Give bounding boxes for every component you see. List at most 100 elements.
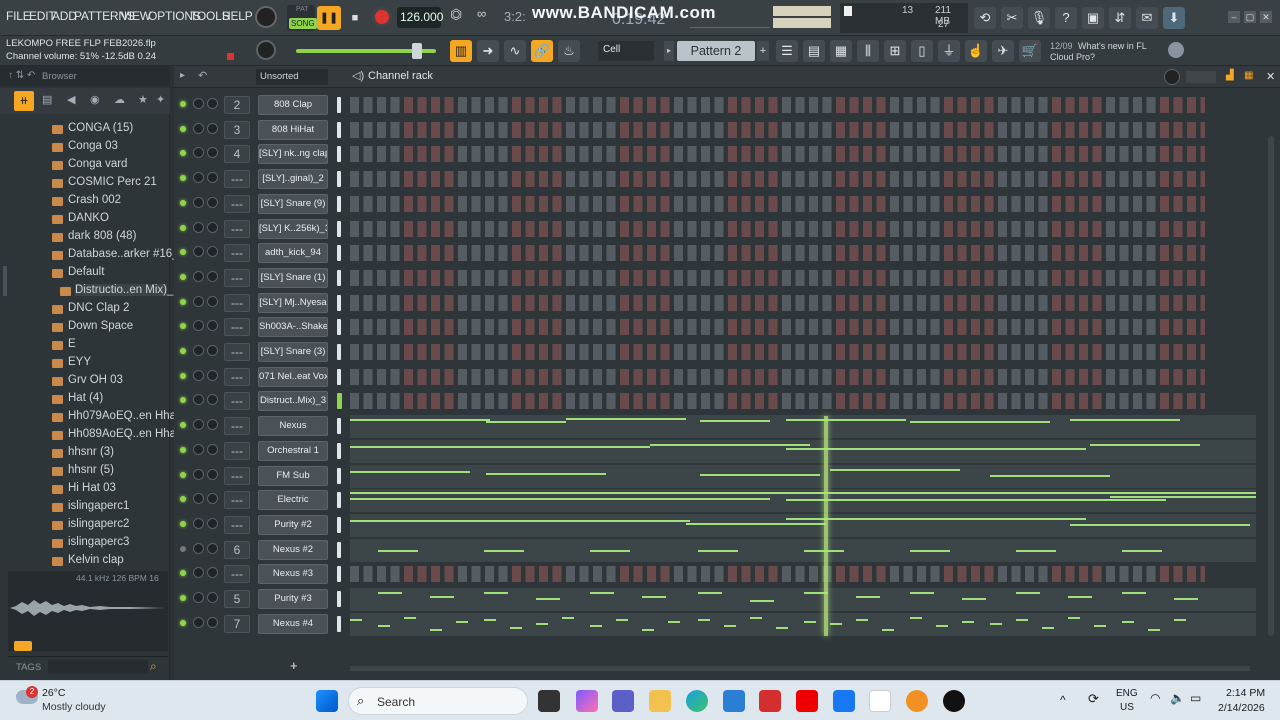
channel-pan-knob[interactable]	[193, 369, 204, 381]
channel-volume-knob[interactable]	[207, 246, 218, 258]
close-button[interactable]: ✕	[1260, 11, 1272, 23]
browser-item[interactable]: Down Space	[68, 320, 133, 332]
news-text-1[interactable]: What's new in FL	[1078, 41, 1147, 51]
channel-volume-knob[interactable]	[207, 270, 218, 282]
channel-pan-knob[interactable]	[193, 394, 204, 406]
channel-pan-knob[interactable]	[193, 542, 204, 554]
app-l-icon[interactable]	[759, 690, 781, 712]
plane-icon[interactable]: ✈	[992, 40, 1014, 62]
channel-mute-led[interactable]	[180, 175, 186, 182]
channel-volume-knob[interactable]	[207, 221, 218, 233]
browser-item[interactable]: Hh079AoEQ..en Hhat1	[68, 410, 186, 422]
add-pattern-button[interactable]: +	[757, 41, 769, 61]
channel-volume-knob[interactable]	[207, 172, 218, 184]
rack-scrollbar[interactable]	[1268, 136, 1274, 636]
channel-mute-led[interactable]	[180, 520, 186, 527]
minimize-button[interactable]: –	[1228, 11, 1240, 23]
channel-pan-knob[interactable]	[193, 122, 204, 134]
channel-pan-knob[interactable]	[193, 98, 204, 109]
download-icon[interactable]: ⬇	[1163, 7, 1185, 29]
channel-volume-knob[interactable]	[207, 592, 218, 603]
preview-play-icon[interactable]	[14, 641, 32, 651]
channel-name-button[interactable]: 071 Nel..eat Vox	[258, 366, 328, 387]
channel-mute-led[interactable]	[180, 273, 186, 280]
mixer-track-select[interactable]: ---	[224, 219, 250, 238]
tag-search-icon[interactable]: ⌕	[150, 659, 166, 675]
browser-item[interactable]: Conga vard	[68, 158, 127, 170]
channel-name-button[interactable]: [SLY] Snare (1)	[258, 267, 328, 288]
save-icon[interactable]: ▣	[1082, 7, 1104, 29]
channel-pan-knob[interactable]	[193, 468, 204, 480]
graph-icon[interactable]: ▟	[1226, 70, 1234, 81]
curve-icon[interactable]: ∿	[504, 40, 526, 62]
channel-pan-knob[interactable]	[193, 172, 204, 184]
channel-select-bar[interactable]	[337, 146, 341, 163]
channel-mute-led[interactable]	[180, 595, 186, 601]
piano-roll-preview[interactable]	[350, 439, 1256, 463]
facebook-icon[interactable]	[833, 690, 855, 712]
browser-item[interactable]: islingaperc1	[68, 500, 129, 512]
rack-undo-icon[interactable]: ↶	[198, 69, 207, 82]
channel-mute-led[interactable]	[180, 446, 186, 453]
add-channel-button[interactable]: +	[290, 658, 302, 673]
browser-item[interactable]: COSMIC Perc 21	[68, 176, 157, 188]
channel-select-bar[interactable]	[337, 492, 341, 509]
browser-item[interactable]: Distructio..en Mix)_3	[75, 284, 180, 296]
lang-1[interactable]: ENG	[1116, 688, 1138, 699]
cut-tool-icon[interactable]: ✂	[1001, 7, 1023, 29]
piano-roll-preview[interactable]	[350, 464, 1256, 488]
browser-item[interactable]: Crash 002	[68, 194, 121, 206]
channel-select-bar[interactable]	[337, 97, 341, 113]
channel-select-bar[interactable]	[337, 220, 341, 237]
main-pitch-knob[interactable]	[256, 40, 276, 60]
step-seq-icon[interactable]: ▦	[830, 40, 852, 62]
channel-volume-knob[interactable]	[207, 517, 218, 529]
mixer-track-select[interactable]: ---	[224, 441, 250, 460]
mixer-track-select[interactable]: 4	[224, 145, 250, 164]
copilot-icon[interactable]	[576, 690, 598, 712]
channel-volume-knob[interactable]	[207, 419, 218, 431]
tags-input[interactable]	[48, 660, 148, 674]
channel-pan-knob[interactable]	[193, 270, 204, 282]
search-box[interactable]: ⌕ Search	[348, 687, 528, 715]
play-button[interactable]: ❚❚	[317, 6, 341, 30]
channel-mute-led[interactable]	[180, 323, 186, 330]
restore-button[interactable]: ▢	[1244, 11, 1256, 23]
tuner-icon[interactable]: ⇵	[1109, 7, 1131, 29]
tray-chevron-icon[interactable]: ^	[1060, 693, 1066, 707]
mixer-track-select[interactable]: ---	[224, 268, 250, 287]
mixer-track-select[interactable]: ---	[224, 244, 250, 263]
browser-item[interactable]: Grv OH 03	[68, 374, 123, 386]
channel-volume-knob[interactable]	[207, 369, 218, 381]
teams-icon[interactable]	[612, 690, 634, 712]
channel-volume-knob[interactable]	[207, 196, 218, 208]
channel-name-button[interactable]: [SLY] Mj..Nyesa	[258, 292, 328, 313]
browser-item[interactable]: islingaperc2	[68, 518, 129, 530]
bandicam-icon[interactable]	[943, 690, 965, 712]
channel-mute-led[interactable]	[180, 150, 186, 157]
mixer-track-select[interactable]: 6	[224, 540, 250, 559]
browser-item[interactable]: DNC Clap 2	[68, 302, 129, 314]
mic-icon[interactable]: 🎙	[1028, 7, 1050, 29]
menu-file[interactable]: FILE	[6, 9, 31, 23]
volume-icon[interactable]: 🔈	[1170, 691, 1185, 705]
channel-name-button[interactable]: Purity #2	[258, 514, 328, 535]
channel-name-button[interactable]: [SLY]..ginal)_2	[258, 169, 328, 190]
speaker-filter-icon[interactable]: ◀	[67, 93, 75, 106]
channel-pan-knob[interactable]	[193, 246, 204, 258]
channel-name-button[interactable]: Nexus	[258, 416, 328, 437]
channel-volume-knob[interactable]	[207, 616, 218, 628]
channel-volume-knob[interactable]	[207, 98, 218, 109]
browser-item[interactable]: Hi Hat 03	[68, 482, 116, 494]
metronome-icon[interactable]: ⏣	[450, 6, 472, 28]
channel-pan-knob[interactable]	[193, 320, 204, 332]
channel-mute-led[interactable]	[180, 496, 186, 503]
browser-item[interactable]: hhsnr (5)	[68, 464, 114, 476]
browser-item[interactable]: Conga 03	[68, 140, 118, 152]
steps-icon[interactable]: ▦	[1244, 70, 1253, 81]
record-button[interactable]	[372, 7, 392, 27]
channel-volume-knob[interactable]	[207, 394, 218, 406]
cloud-filter-icon[interactable]: ☁	[114, 93, 125, 106]
web-filter-icon[interactable]: ◉	[90, 93, 100, 106]
channel-select-bar[interactable]	[337, 418, 341, 435]
